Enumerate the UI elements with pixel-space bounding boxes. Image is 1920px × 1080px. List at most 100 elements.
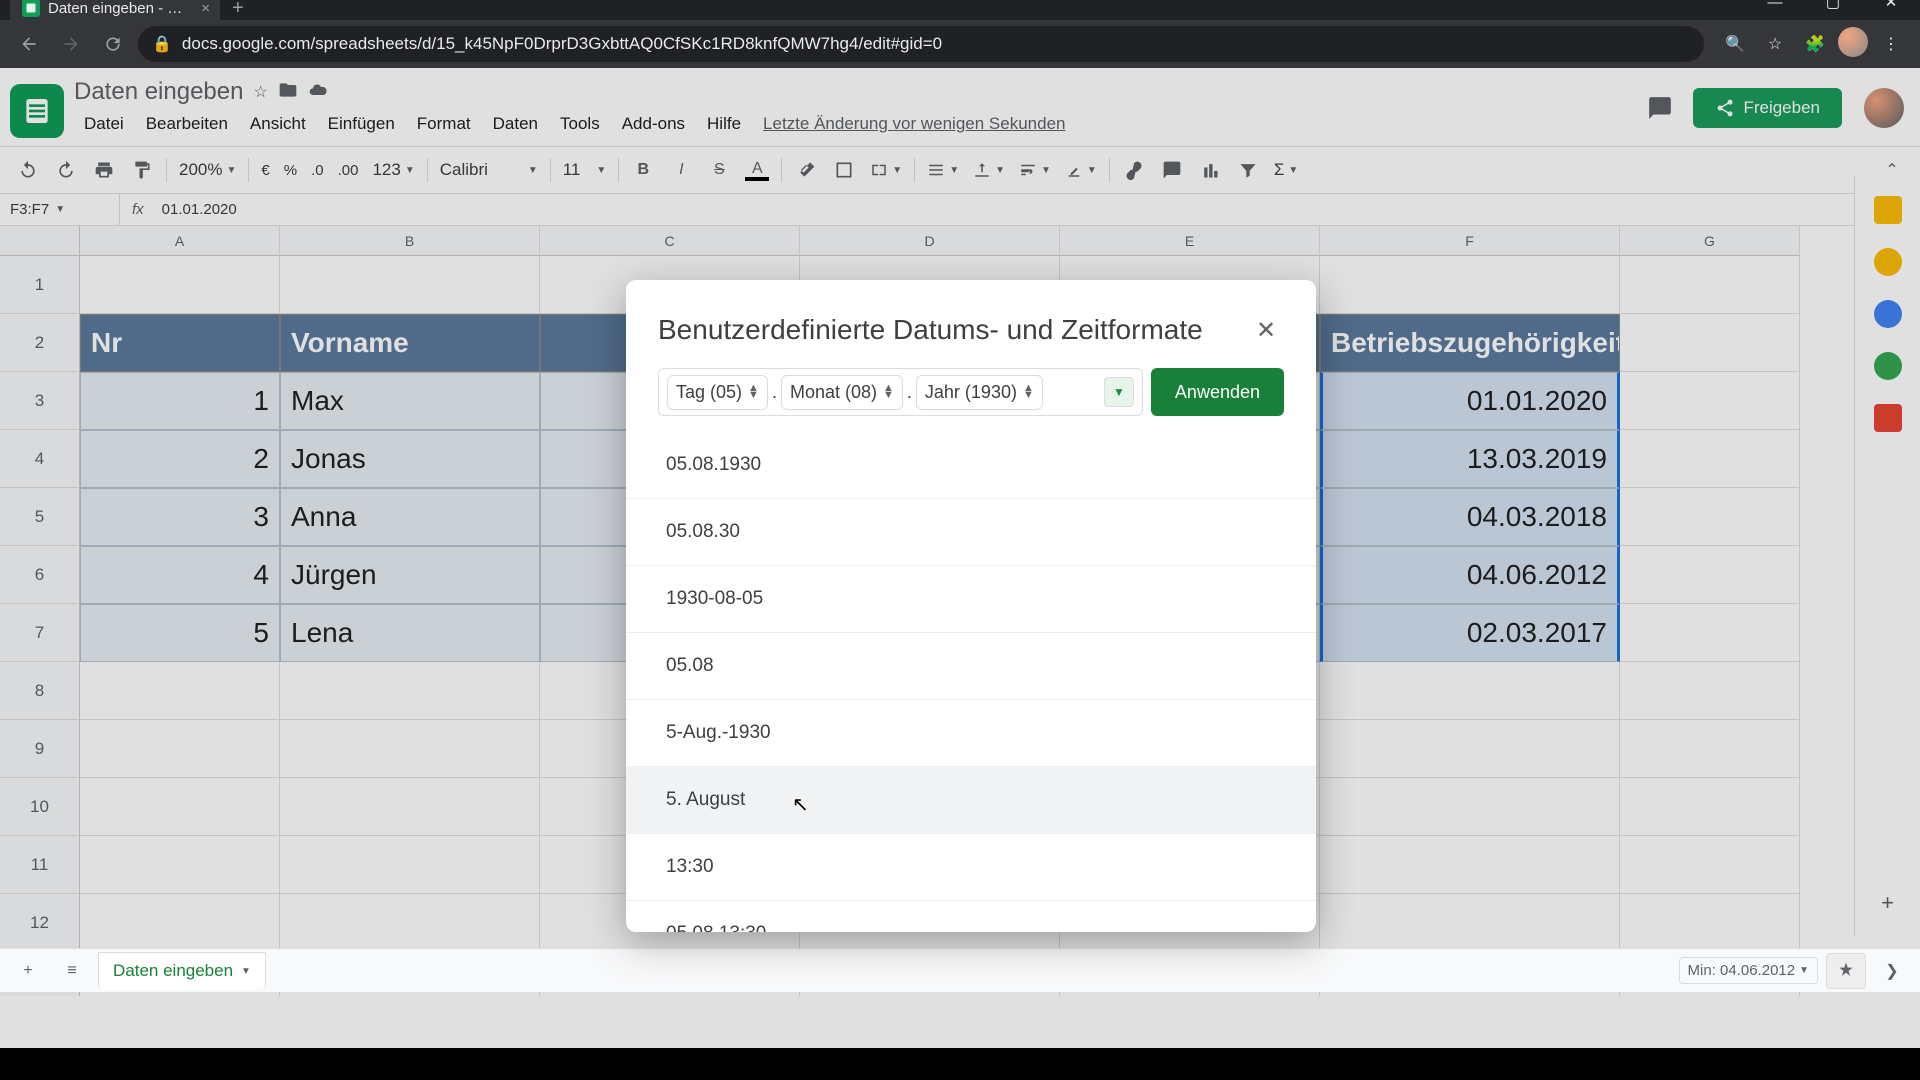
format-list[interactable]: 05.08.193005.08.301930-08-0505.085-Aug.-… xyxy=(626,432,1316,932)
row-header[interactable]: 8 xyxy=(0,662,80,720)
cell[interactable] xyxy=(80,778,280,836)
cell[interactable]: 2 xyxy=(80,430,280,488)
star-icon[interactable]: ☆ xyxy=(1758,27,1792,61)
cell[interactable]: Betriebszugehörigkeit xyxy=(1320,314,1620,372)
chip-day[interactable]: Tag (05)▲▼ xyxy=(667,375,768,410)
add-sheet-button[interactable]: + xyxy=(10,953,46,989)
menu-tools[interactable]: Tools xyxy=(550,110,610,138)
column-header[interactable]: G xyxy=(1620,226,1800,256)
borders-button[interactable] xyxy=(826,152,862,188)
cell[interactable]: Vorname xyxy=(280,314,540,372)
italic-button[interactable]: I xyxy=(663,152,699,188)
minimize-button[interactable]: — xyxy=(1746,0,1804,20)
row-header[interactable]: 10 xyxy=(0,778,80,836)
cloud-icon[interactable] xyxy=(308,80,328,105)
cell[interactable] xyxy=(1620,256,1800,314)
url-input[interactable]: 🔒 docs.google.com/spreadsheets/d/15_k45N… xyxy=(138,26,1704,62)
back-button[interactable] xyxy=(12,27,46,61)
maps-icon[interactable] xyxy=(1874,404,1902,432)
apply-button[interactable]: Anwenden xyxy=(1151,368,1284,416)
close-window-button[interactable]: ✕ xyxy=(1862,0,1920,20)
currency-button[interactable]: € xyxy=(255,162,275,179)
star-icon[interactable]: ☆ xyxy=(253,82,267,102)
strikethrough-button[interactable]: S xyxy=(701,152,737,188)
keep-icon[interactable] xyxy=(1874,248,1902,276)
cell[interactable] xyxy=(1320,256,1620,314)
forward-button[interactable] xyxy=(54,27,88,61)
cell[interactable] xyxy=(80,836,280,894)
menu-bearbeiten[interactable]: Bearbeiten xyxy=(136,110,238,138)
increase-decimal-button[interactable]: .00 xyxy=(332,162,365,179)
cell[interactable] xyxy=(280,662,540,720)
row-header[interactable]: 7 xyxy=(0,604,80,662)
explore-button[interactable] xyxy=(1826,953,1866,989)
cell[interactable] xyxy=(1620,720,1800,778)
undo-button[interactable] xyxy=(10,152,46,188)
cell[interactable] xyxy=(280,256,540,314)
new-tab-button[interactable]: + xyxy=(220,0,256,20)
menu-addons[interactable]: Add-ons xyxy=(612,110,695,138)
calendar-icon[interactable] xyxy=(1874,196,1902,224)
cell[interactable]: Jonas xyxy=(280,430,540,488)
cell[interactable] xyxy=(80,894,280,952)
comment-icon[interactable] xyxy=(1639,87,1681,129)
cell[interactable] xyxy=(1320,836,1620,894)
fill-color-button[interactable] xyxy=(788,152,824,188)
chip-month[interactable]: Monat (08)▲▼ xyxy=(781,375,903,410)
share-button[interactable]: Freigeben xyxy=(1693,88,1842,128)
menu-hilfe[interactable]: Hilfe xyxy=(697,110,751,138)
row-header[interactable]: 2 xyxy=(0,314,80,372)
row-header[interactable]: 5 xyxy=(0,488,80,546)
format-option[interactable]: 05.08.1930 xyxy=(626,432,1316,499)
cell[interactable] xyxy=(1320,778,1620,836)
merge-button[interactable]: ▼ xyxy=(864,161,908,179)
column-header[interactable]: E xyxy=(1060,226,1320,256)
cell[interactable] xyxy=(1320,894,1620,952)
modal-close-button[interactable]: ✕ xyxy=(1248,312,1284,348)
font-size-dropdown[interactable]: 11▼ xyxy=(557,160,613,180)
cell[interactable]: 13.03.2019 xyxy=(1320,430,1620,488)
all-sheets-button[interactable]: ≡ xyxy=(54,953,90,989)
column-header[interactable]: D xyxy=(800,226,1060,256)
name-box[interactable]: F3:F7▼ xyxy=(0,194,120,225)
row-header[interactable]: 3 xyxy=(0,372,80,430)
profile-avatar[interactable] xyxy=(1838,27,1868,57)
cell[interactable] xyxy=(280,720,540,778)
sheets-logo-icon[interactable] xyxy=(10,84,64,138)
cell[interactable]: 4 xyxy=(80,546,280,604)
filter-button[interactable] xyxy=(1230,152,1266,188)
cell[interactable] xyxy=(1620,778,1800,836)
row-header[interactable]: 12 xyxy=(0,894,80,952)
format-option[interactable]: 1930-08-05 xyxy=(626,566,1316,633)
percent-button[interactable]: % xyxy=(278,162,303,179)
font-dropdown[interactable]: Calibri▼ xyxy=(434,160,544,180)
cell[interactable] xyxy=(80,256,280,314)
menu-icon[interactable]: ⋮ xyxy=(1874,27,1908,61)
decrease-decimal-button[interactable]: .0 xyxy=(305,162,330,179)
cell[interactable]: 02.03.2017 xyxy=(1320,604,1620,662)
row-header[interactable]: 4 xyxy=(0,430,80,488)
document-title[interactable]: Daten eingeben xyxy=(74,78,243,106)
row-header[interactable]: 11 xyxy=(0,836,80,894)
add-addon-button[interactable]: + xyxy=(1881,890,1894,916)
browser-tab[interactable]: Daten eingeben - Google Tabell × xyxy=(10,0,220,20)
cell[interactable] xyxy=(80,720,280,778)
cell[interactable] xyxy=(1620,604,1800,662)
cell[interactable]: 04.03.2018 xyxy=(1320,488,1620,546)
cell[interactable] xyxy=(280,894,540,952)
contacts-icon[interactable] xyxy=(1874,352,1902,380)
cell[interactable]: Nr xyxy=(80,314,280,372)
cell[interactable]: Max xyxy=(280,372,540,430)
sheet-tab[interactable]: Daten eingeben▼ xyxy=(98,952,266,989)
chip-year[interactable]: Jahr (1930)▲▼ xyxy=(916,375,1043,410)
valign-button[interactable]: ▼ xyxy=(967,161,1011,179)
cell[interactable] xyxy=(280,836,540,894)
column-header[interactable]: B xyxy=(280,226,540,256)
format-option[interactable]: 05.08 xyxy=(626,633,1316,700)
reload-button[interactable] xyxy=(96,27,130,61)
cell[interactable]: 01.01.2020 xyxy=(1320,372,1620,430)
cell[interactable]: 3 xyxy=(80,488,280,546)
zoom-dropdown[interactable]: 200%▼ xyxy=(173,160,242,180)
cell[interactable]: 5 xyxy=(80,604,280,662)
cell[interactable] xyxy=(1320,720,1620,778)
